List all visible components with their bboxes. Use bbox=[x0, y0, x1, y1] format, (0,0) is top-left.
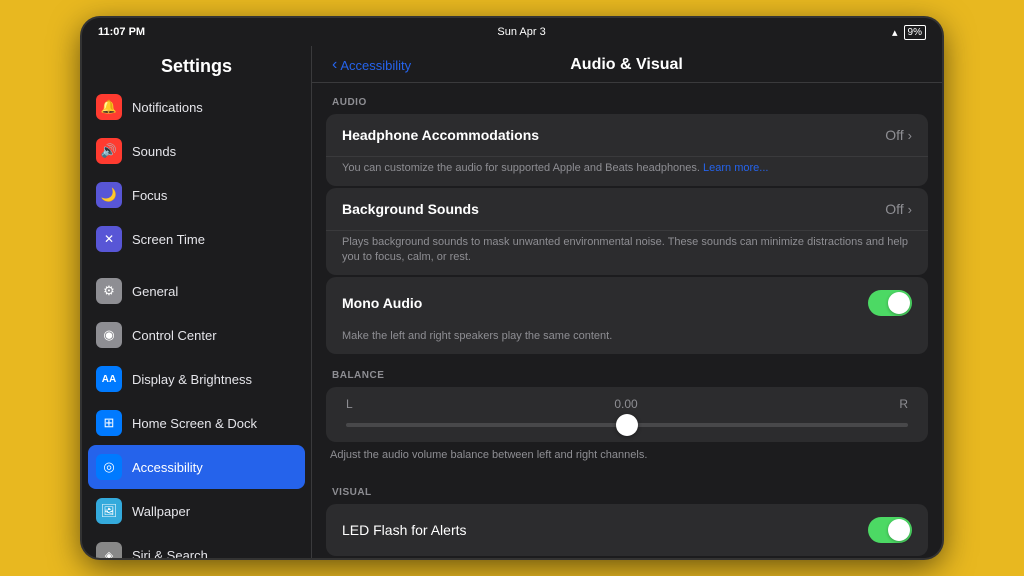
headphone-description: You can customize the audio for supporte… bbox=[326, 157, 928, 186]
balance-left-label: L bbox=[346, 397, 353, 411]
headphone-row[interactable]: Headphone Accommodations Off › bbox=[326, 114, 928, 157]
status-bar: 11:07 PM Sun Apr 3 ▴ 9% bbox=[82, 18, 942, 46]
battery-indicator: 9% bbox=[904, 25, 926, 40]
display-label: Display & Brightness bbox=[132, 372, 252, 387]
status-time: 11:07 PM bbox=[98, 26, 145, 38]
sidebar-item-accessibility[interactable]: ◎ Accessibility bbox=[88, 445, 305, 489]
control-center-icon: ◉ bbox=[96, 322, 122, 348]
wifi-icon: ▴ bbox=[892, 26, 898, 39]
sidebar-item-control-center[interactable]: ◉ Control Center bbox=[82, 313, 311, 357]
background-sounds-description: Plays background sounds to mask unwanted… bbox=[326, 231, 928, 275]
headphone-value: Off bbox=[885, 127, 903, 143]
headphone-card: Headphone Accommodations Off › You can c… bbox=[326, 114, 928, 186]
visual-section-label: VISUAL bbox=[312, 473, 942, 504]
balance-description: Adjust the audio volume balance between … bbox=[312, 444, 942, 473]
general-icon: ⚙ bbox=[96, 278, 122, 304]
balance-right-label: R bbox=[899, 397, 908, 411]
sidebar: Settings 🔔 Notifications 🔊 Sounds 🌙 bbox=[82, 46, 312, 558]
home-screen-label: Home Screen & Dock bbox=[132, 416, 257, 431]
balance-section-label: BALANCE bbox=[312, 356, 942, 387]
sounds-label: Sounds bbox=[132, 144, 176, 159]
display-icon: AA bbox=[96, 366, 122, 392]
right-panel: ‹ Accessibility Audio & Visual AUDIO Hea… bbox=[312, 46, 942, 558]
background-sounds-card: Background Sounds Off › Plays background… bbox=[326, 188, 928, 275]
notifications-label: Notifications bbox=[132, 100, 203, 115]
focus-label: Focus bbox=[132, 188, 167, 203]
siri-icon: ◈ bbox=[96, 542, 122, 558]
sidebar-item-siri[interactable]: ◈ Siri & Search bbox=[82, 533, 311, 558]
balance-row: L 0.00 R bbox=[342, 397, 912, 411]
background-sounds-title: Background Sounds bbox=[342, 201, 885, 217]
wallpaper-icon: 🖼 bbox=[96, 498, 122, 524]
screen-time-icon: ✕ bbox=[96, 226, 122, 252]
device: 11:07 PM Sun Apr 3 ▴ 9% Settings 🔔 Notif… bbox=[82, 18, 942, 558]
sidebar-item-focus[interactable]: 🌙 Focus bbox=[82, 173, 311, 217]
main-content: Settings 🔔 Notifications 🔊 Sounds 🌙 bbox=[82, 46, 942, 558]
general-label: General bbox=[132, 284, 178, 299]
mono-audio-title: Mono Audio bbox=[342, 295, 868, 311]
balance-slider[interactable] bbox=[346, 415, 908, 435]
mono-audio-toggle-knob bbox=[888, 292, 910, 314]
panel-title: Audio & Visual bbox=[570, 56, 683, 73]
led-flash-row[interactable]: LED Flash for Alerts bbox=[326, 504, 928, 556]
headphone-chevron-icon: › bbox=[908, 128, 912, 143]
panel-header-wrap: ‹ Accessibility Audio & Visual bbox=[332, 56, 922, 74]
sidebar-item-screen-time[interactable]: ✕ Screen Time bbox=[82, 217, 311, 261]
mono-audio-toggle[interactable] bbox=[868, 290, 912, 316]
background-sounds-chevron-icon: › bbox=[908, 202, 912, 217]
control-center-label: Control Center bbox=[132, 328, 217, 343]
headphone-title: Headphone Accommodations bbox=[342, 127, 885, 143]
sidebar-item-display[interactable]: AA Display & Brightness bbox=[82, 357, 311, 401]
background-sounds-row[interactable]: Background Sounds Off › bbox=[326, 188, 928, 231]
led-flash-card: LED Flash for Alerts bbox=[326, 504, 928, 556]
slider-thumb bbox=[616, 414, 638, 436]
back-chevron-icon: ‹ bbox=[332, 56, 337, 74]
audio-section-label: AUDIO bbox=[312, 83, 942, 114]
mono-audio-card: Mono Audio Make the left and right speak… bbox=[326, 277, 928, 354]
sidebar-item-wallpaper[interactable]: 🖼 Wallpaper bbox=[82, 489, 311, 533]
led-flash-toggle[interactable] bbox=[868, 517, 912, 543]
notifications-icon: 🔔 bbox=[96, 94, 122, 120]
sidebar-item-home-screen[interactable]: ⊞ Home Screen & Dock bbox=[82, 401, 311, 445]
sidebar-title: Settings bbox=[82, 46, 311, 85]
mono-audio-row[interactable]: Mono Audio bbox=[326, 277, 928, 329]
mono-audio-description: Make the left and right speakers play th… bbox=[326, 329, 928, 354]
accessibility-label: Accessibility bbox=[132, 460, 203, 475]
sounds-icon: 🔊 bbox=[96, 138, 122, 164]
screen-time-label: Screen Time bbox=[132, 232, 205, 247]
status-date: Sun Apr 3 bbox=[497, 26, 545, 38]
balance-content: L 0.00 R bbox=[326, 387, 928, 441]
sidebar-item-sounds[interactable]: 🔊 Sounds bbox=[82, 129, 311, 173]
back-label: Accessibility bbox=[340, 58, 411, 73]
status-right: ▴ 9% bbox=[892, 25, 926, 40]
wallpaper-label: Wallpaper bbox=[132, 504, 190, 519]
focus-icon: 🌙 bbox=[96, 182, 122, 208]
siri-label: Siri & Search bbox=[132, 548, 208, 559]
led-flash-title: LED Flash for Alerts bbox=[342, 522, 868, 538]
background-sounds-value: Off bbox=[885, 201, 903, 217]
balance-card: L 0.00 R bbox=[326, 387, 928, 441]
back-button[interactable]: ‹ Accessibility bbox=[332, 56, 411, 74]
accessibility-icon: ◎ bbox=[96, 454, 122, 480]
home-screen-icon: ⊞ bbox=[96, 410, 122, 436]
balance-value: 0.00 bbox=[614, 397, 637, 411]
sidebar-item-general[interactable]: ⚙ General bbox=[82, 269, 311, 313]
learn-more-link[interactable]: Learn more... bbox=[703, 162, 768, 174]
panel-header: ‹ Accessibility Audio & Visual bbox=[312, 46, 942, 83]
sidebar-item-notifications[interactable]: 🔔 Notifications bbox=[82, 85, 311, 129]
led-flash-toggle-knob bbox=[888, 519, 910, 541]
